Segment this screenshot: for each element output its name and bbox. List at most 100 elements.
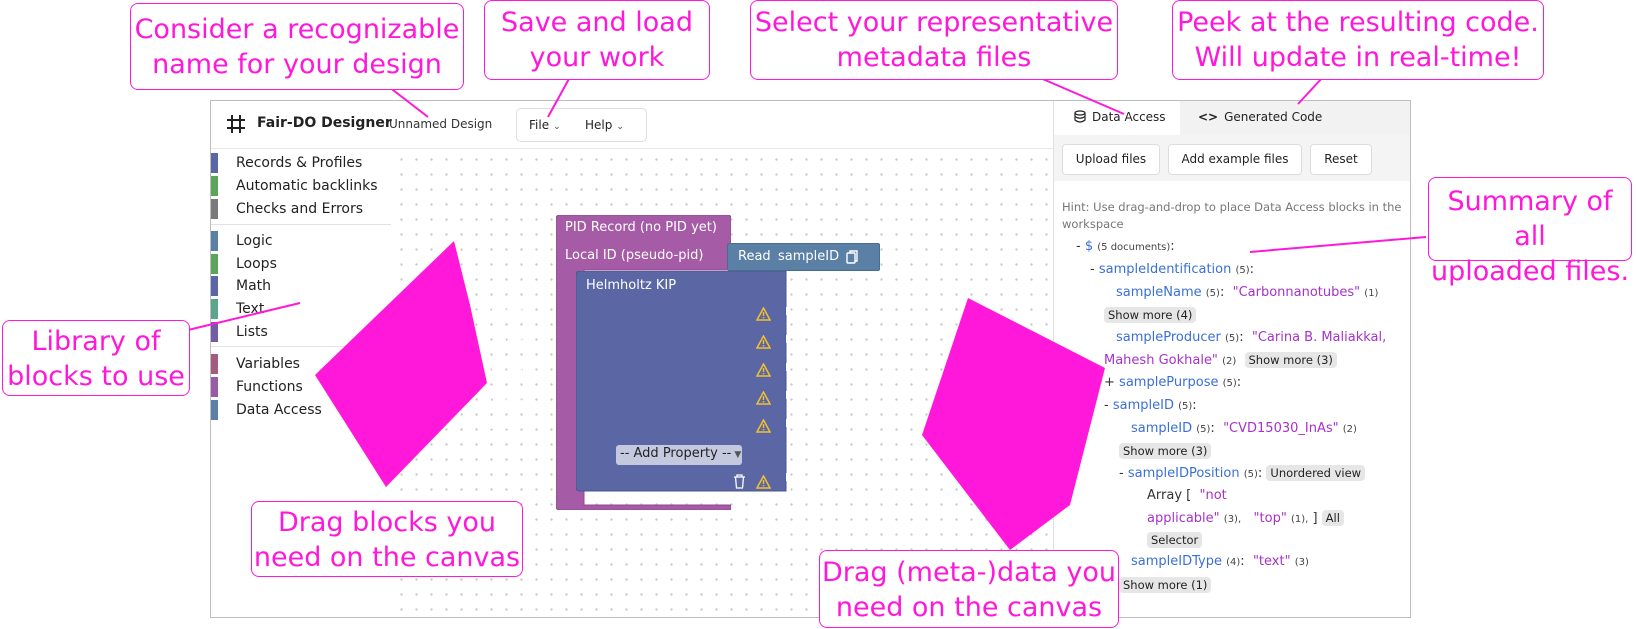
toolbox-item-label: Lists: [236, 324, 268, 340]
callout-generated-code: Peek at the resulting code. Will update i…: [1172, 0, 1544, 80]
all-selector-button-cont[interactable]: Selector: [1147, 532, 1203, 548]
read-label: Read: [738, 249, 771, 264]
callout-drag-data: Drag (meta-)data you need on the canvas: [819, 550, 1119, 628]
category-color: [211, 400, 218, 420]
category-color: [211, 322, 218, 342]
toolbox-item-checks-errors[interactable]: Checks and Errors: [211, 199, 391, 219]
toolbox-divider: [211, 224, 391, 225]
unordered-view-button[interactable]: Unordered view: [1266, 465, 1366, 481]
show-more-button[interactable]: Show more (1): [1119, 577, 1212, 593]
local-id-label: Local ID (pseudo-pid): [565, 248, 704, 263]
add-property-label: -- Add Property --: [620, 446, 732, 461]
warning-icon[interactable]: [756, 475, 771, 489]
show-more-button[interactable]: Show more (3): [1119, 443, 1212, 459]
toolbox-item-label: Logic: [236, 233, 273, 249]
toolbox-item-automatic-backlinks[interactable]: Automatic backlinks: [211, 176, 391, 196]
tab-generated-code-label: Generated Code: [1224, 110, 1323, 124]
reset-button[interactable]: Reset: [1310, 144, 1372, 175]
chevron-down-icon: ⌄: [616, 122, 624, 132]
trash-icon[interactable]: [733, 474, 746, 489]
header-bar: Fair-DO Designer Unnamed Design File ⌄ He…: [211, 101, 1053, 149]
category-color: [211, 231, 218, 251]
upload-files-button[interactable]: Upload files: [1062, 144, 1160, 175]
field-license: License: [481, 418, 531, 433]
toolbox-item-label: Loops: [236, 256, 277, 272]
file-menu-button[interactable]: File ⌄: [529, 118, 561, 132]
warning-icon[interactable]: [756, 363, 771, 377]
toolbox-item-label: Automatic backlinks: [236, 178, 378, 194]
tree-node-sampleproducer-cont: Mahesh Gokhale" (2) Show more (3): [1104, 352, 1337, 368]
warning-icon[interactable]: [756, 391, 771, 405]
field-digital-object-type: Digital Object Type: [408, 334, 531, 349]
field-kernel-information-profile: Kernel Information Profile: [366, 306, 531, 321]
tree-node-sampleproducer[interactable]: sampleProducer (5): "Carina B. Maliakkal…: [1116, 330, 1386, 345]
warning-icon[interactable]: [756, 307, 771, 321]
tab-data-access[interactable]: Data Access: [1054, 101, 1180, 135]
tree-node-samplepurpose[interactable]: + samplePurpose (5):: [1104, 375, 1241, 390]
read-value: sampleID: [778, 249, 840, 264]
toolbox-item-label: Data Access: [236, 402, 322, 418]
code-icon: <>: [1198, 110, 1219, 124]
category-color: [211, 176, 218, 196]
chevron-down-icon: ⌄: [553, 122, 561, 132]
callout-design-name: Consider a recognizable name for your des…: [130, 3, 464, 90]
hash-logo-icon: [227, 115, 245, 133]
callout-drag-blocks: Drag blocks you need on the canvas: [251, 501, 523, 577]
category-color: [211, 377, 218, 397]
toolbox-item-functions[interactable]: Functions: [211, 377, 391, 397]
copy-icon[interactable]: [846, 250, 859, 265]
kip-title: Helmholtz KIP: [586, 278, 677, 293]
drag-drop-hint: Hint: Use drag-and-drop to place Data Ac…: [1062, 200, 1402, 231]
menu-bar: File ⌄ Help ⌄: [516, 108, 647, 142]
help-menu-button[interactable]: Help ⌄: [585, 118, 624, 132]
design-name-field[interactable]: Unnamed Design: [389, 117, 492, 131]
tree-node-sampleid[interactable]: - sampleID (5):: [1104, 398, 1197, 413]
file-menu-label: File: [529, 118, 550, 132]
tab-generated-code[interactable]: <> Generated Code: [1180, 101, 1330, 135]
warning-icon[interactable]: [756, 419, 771, 433]
toolbox-item-logic[interactable]: Logic: [211, 231, 391, 251]
category-color: [211, 199, 218, 219]
add-example-files-button[interactable]: Add example files: [1168, 144, 1302, 175]
dropdown-arrow-icon: ▼: [734, 450, 742, 460]
toolbox-item-data-access[interactable]: Data Access: [211, 400, 391, 420]
pid-record-title: PID Record (no PID yet): [565, 220, 717, 235]
database-icon: [1074, 110, 1086, 123]
category-color: [211, 254, 218, 274]
data-access-panel: Data Access <> Generated Code Upload file…: [1053, 101, 1410, 617]
array-values-line2: applicable" (3), "top" (1), ] All: [1147, 510, 1344, 526]
field-date-created: Date Created: [444, 390, 531, 405]
tree-node-sampleidposition[interactable]: - sampleIDPosition (5): Unordered view: [1119, 465, 1366, 481]
category-color: [211, 354, 218, 374]
show-more-button[interactable]: Show more (4): [1104, 307, 1197, 323]
app-title: Fair-DO Designer: [257, 115, 392, 131]
toolbox-item-label: Records & Profiles: [236, 155, 363, 171]
toolbox-item-label: Math: [236, 278, 272, 294]
warning-icon[interactable]: [756, 335, 771, 349]
category-color: [211, 153, 218, 173]
toolbox-item-records-profiles[interactable]: Records & Profiles: [211, 153, 391, 173]
tree-node-sampleidtype[interactable]: sampleIDType (4): "text" (3): [1131, 554, 1309, 569]
array-values-line1: Array [ "not: [1147, 488, 1227, 503]
add-property-dropdown[interactable]: -- Add Property -- ▼: [616, 445, 742, 465]
field-digital-object-location: Digital Object Location: [383, 362, 531, 377]
field-has-metadata: Has Metadata: [420, 474, 511, 489]
callout-select-files: Select your representative metadata files: [750, 0, 1118, 80]
show-more-button[interactable]: Show more (3): [1244, 352, 1337, 368]
tree-node-samplename[interactable]: sampleName (5): "Carbonnanotubes" (1): [1116, 285, 1378, 300]
panel-tabs: Data Access <> Generated Code: [1054, 101, 1410, 135]
toolbox-item-variables[interactable]: Variables: [211, 354, 391, 374]
tree-root[interactable]: - $ (5 documents):: [1076, 239, 1175, 254]
toolbox-item-math[interactable]: Math: [211, 276, 391, 296]
tab-data-access-label: Data Access: [1092, 110, 1166, 124]
all-selector-button[interactable]: All: [1321, 510, 1344, 526]
tree-node-sampleid-value[interactable]: sampleID (5): "CVD15030_InAs" (2): [1131, 421, 1357, 436]
read-sampleid-block[interactable]: Read sampleID: [727, 243, 880, 271]
tree-node-sampleidentification[interactable]: - sampleIdentification (5):: [1090, 262, 1254, 277]
toolbox-item-label: Variables: [236, 356, 300, 372]
toolbox-item-label: Functions: [236, 379, 303, 395]
toolbox-item-text[interactable]: Text: [211, 299, 391, 319]
toolbox-item-loops[interactable]: Loops: [211, 254, 391, 274]
toolbox-item-lists[interactable]: Lists: [211, 322, 391, 342]
callout-save-load: Save and load your work: [484, 0, 710, 80]
